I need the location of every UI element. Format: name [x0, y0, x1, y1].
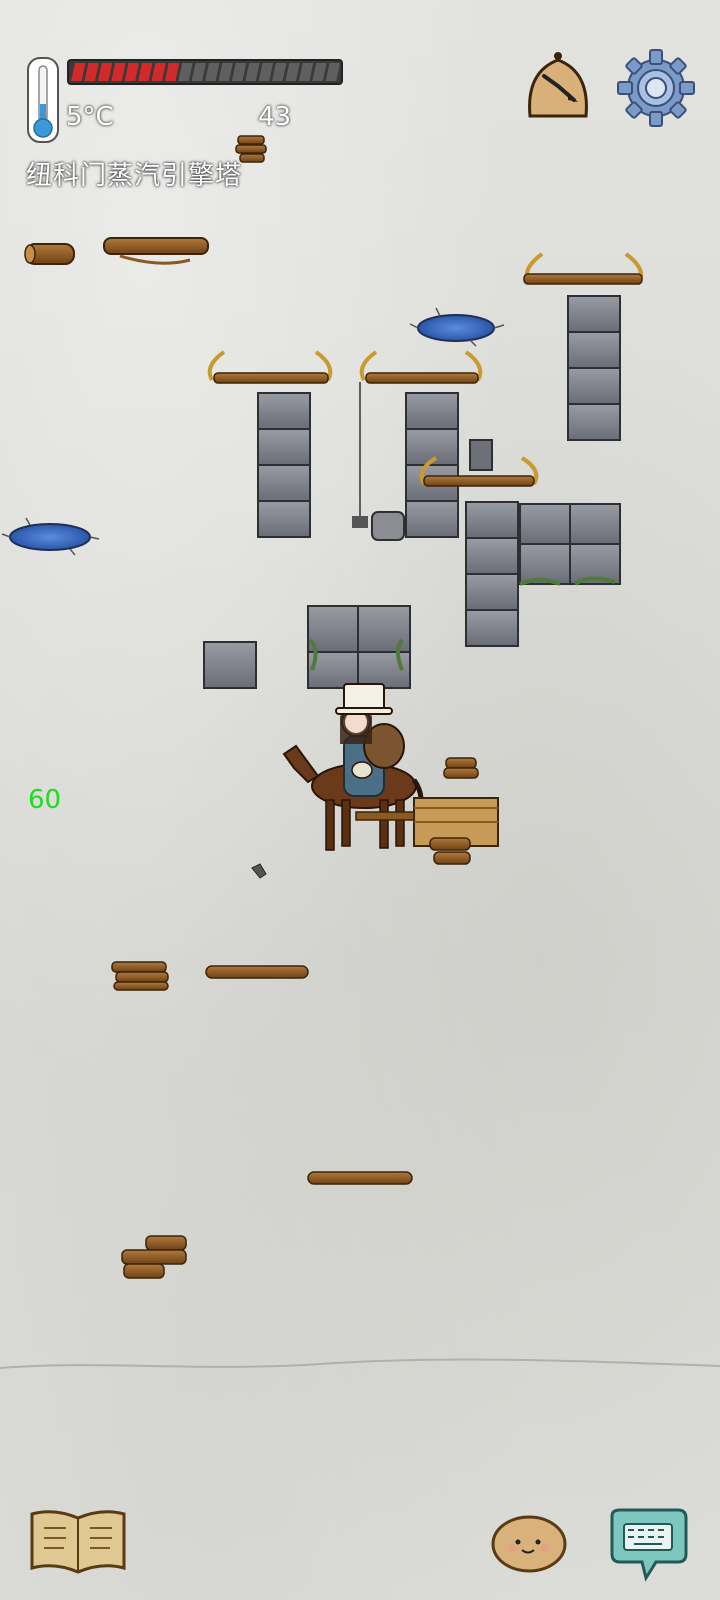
stone-tower[interactable]	[207, 350, 333, 538]
wood-count: 43	[258, 102, 292, 132]
ice-hole[interactable]	[1, 517, 100, 556]
log[interactable]	[307, 1171, 413, 1185]
keyboard-chat-icon[interactable]	[606, 1506, 690, 1586]
log[interactable]	[24, 243, 75, 265]
temperature-label: 5°C	[66, 102, 114, 132]
potato-icon[interactable]	[490, 1512, 568, 1574]
player-on-horse[interactable]	[282, 683, 424, 851]
fps-counter: 60	[28, 785, 62, 815]
book-icon[interactable]	[28, 1506, 128, 1574]
firewood-pile[interactable]	[111, 961, 169, 991]
gear-icon[interactable]	[616, 48, 696, 128]
log[interactable]	[205, 965, 309, 979]
pocket-watch-icon[interactable]	[520, 48, 596, 124]
health-bar	[66, 58, 344, 86]
log[interactable]	[103, 237, 209, 265]
stone-wall[interactable]	[307, 605, 411, 689]
firewood-pile[interactable]	[121, 1235, 187, 1279]
stone-wall[interactable]	[519, 503, 621, 586]
game-world	[0, 237, 720, 1369]
thermometer-icon	[27, 57, 59, 143]
stone-tower[interactable]	[523, 252, 643, 441]
stone-block[interactable]	[203, 641, 257, 689]
ice-hole[interactable]	[409, 307, 505, 347]
flint-stone[interactable]	[251, 863, 267, 879]
location-name: 纽科门蒸汽引擎塔	[26, 161, 243, 191]
firewood-pile[interactable]	[443, 757, 479, 779]
